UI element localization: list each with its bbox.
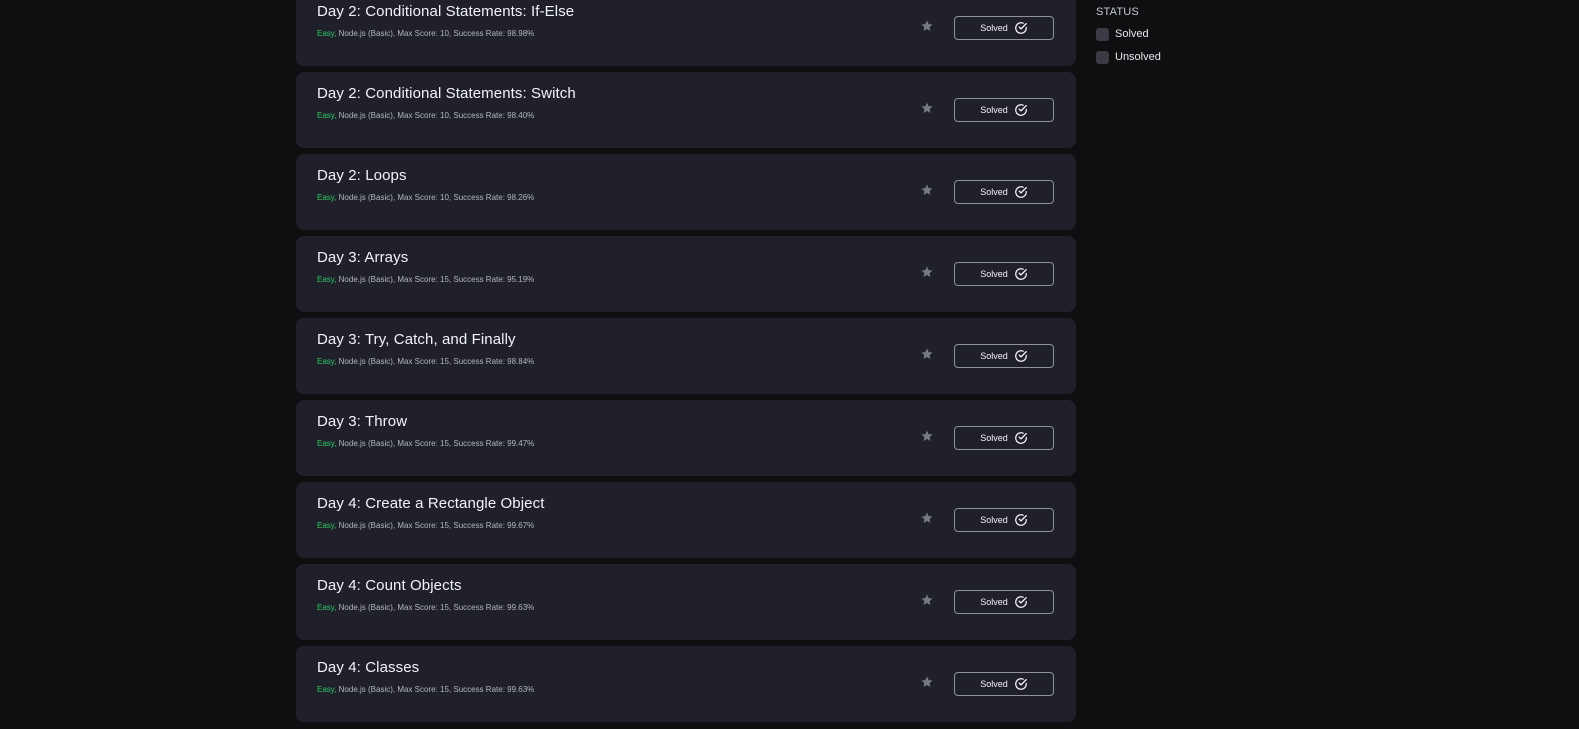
challenge-card[interactable]: Day 3: Throw Easy, Node.js (Basic), Max …	[296, 400, 1076, 476]
filter-option-unsolved[interactable]: Unsolved	[1096, 49, 1256, 65]
challenge-list-page: Day 2: Conditional Statements: If-Else E…	[0, 0, 1579, 729]
challenge-meta: Easy, Node.js (Basic), Max Score: 10, Su…	[317, 29, 534, 38]
solved-label: Solved	[980, 515, 1008, 525]
check-circle-icon	[1014, 514, 1027, 526]
challenge-title[interactable]: Day 3: Throw	[317, 413, 407, 430]
solved-button[interactable]: Solved	[954, 180, 1054, 204]
challenge-meta: Easy, Node.js (Basic), Max Score: 15, Su…	[317, 275, 534, 284]
filter-label: Solved	[1115, 28, 1149, 40]
challenge-meta: Easy, Node.js (Basic), Max Score: 15, Su…	[317, 521, 534, 530]
challenge-title[interactable]: Day 2: Loops	[317, 167, 407, 184]
challenge-meta: Easy, Node.js (Basic), Max Score: 15, Su…	[317, 357, 534, 366]
star-icon[interactable]	[920, 593, 934, 607]
solved-label: Solved	[980, 269, 1008, 279]
solved-label: Solved	[980, 433, 1008, 443]
solved-checkbox[interactable]	[1096, 27, 1109, 41]
difficulty-label: Easy,	[317, 521, 337, 530]
difficulty-label: Easy,	[317, 193, 337, 202]
challenge-card[interactable]: Day 4: Count Objects Easy, Node.js (Basi…	[296, 564, 1076, 640]
challenge-list: Day 2: Conditional Statements: If-Else E…	[296, 0, 1076, 728]
star-icon[interactable]	[920, 429, 934, 443]
challenge-details: Node.js (Basic), Max Score: 10, Success …	[336, 111, 535, 120]
challenge-details: Node.js (Basic), Max Score: 15, Success …	[336, 275, 535, 284]
challenge-details: Node.js (Basic), Max Score: 15, Success …	[336, 685, 535, 694]
challenge-details: Node.js (Basic), Max Score: 15, Success …	[336, 521, 535, 530]
filter-label: Unsolved	[1115, 51, 1161, 63]
challenge-title[interactable]: Day 4: Count Objects	[317, 577, 462, 594]
star-icon[interactable]	[920, 265, 934, 279]
challenge-details: Node.js (Basic), Max Score: 10, Success …	[336, 29, 535, 38]
check-circle-icon	[1014, 22, 1027, 34]
challenge-title[interactable]: Day 3: Arrays	[317, 249, 408, 266]
challenge-meta: Easy, Node.js (Basic), Max Score: 15, Su…	[317, 603, 534, 612]
check-circle-icon	[1014, 596, 1027, 608]
status-filter: STATUS Solved Unsolved	[1096, 6, 1256, 72]
status-filter-heading: STATUS	[1096, 6, 1139, 18]
check-circle-icon	[1014, 186, 1027, 198]
filter-option-solved[interactable]: Solved	[1096, 26, 1256, 42]
difficulty-label: Easy,	[317, 603, 337, 612]
challenge-details: Node.js (Basic), Max Score: 15, Success …	[336, 357, 535, 366]
difficulty-label: Easy,	[317, 29, 337, 38]
challenge-meta: Easy, Node.js (Basic), Max Score: 15, Su…	[317, 685, 534, 694]
challenge-card[interactable]: Day 4: Create a Rectangle Object Easy, N…	[296, 482, 1076, 558]
challenge-title[interactable]: Day 2: Conditional Statements: Switch	[317, 85, 576, 102]
challenge-details: Node.js (Basic), Max Score: 10, Success …	[336, 193, 535, 202]
difficulty-label: Easy,	[317, 439, 337, 448]
solved-button[interactable]: Solved	[954, 16, 1054, 40]
solved-button[interactable]: Solved	[954, 262, 1054, 286]
challenge-card[interactable]: Day 3: Try, Catch, and Finally Easy, Nod…	[296, 318, 1076, 394]
challenge-title[interactable]: Day 3: Try, Catch, and Finally	[317, 331, 516, 348]
check-circle-icon	[1014, 432, 1027, 444]
challenge-card[interactable]: Day 3: Arrays Easy, Node.js (Basic), Max…	[296, 236, 1076, 312]
challenge-details: Node.js (Basic), Max Score: 15, Success …	[336, 439, 535, 448]
challenge-card[interactable]: Day 2: Loops Easy, Node.js (Basic), Max …	[296, 154, 1076, 230]
challenge-meta: Easy, Node.js (Basic), Max Score: 15, Su…	[317, 439, 534, 448]
difficulty-label: Easy,	[317, 111, 337, 120]
solved-label: Solved	[980, 187, 1008, 197]
solved-button[interactable]: Solved	[954, 426, 1054, 450]
solved-label: Solved	[980, 597, 1008, 607]
check-circle-icon	[1014, 350, 1027, 362]
challenge-meta: Easy, Node.js (Basic), Max Score: 10, Su…	[317, 193, 534, 202]
difficulty-label: Easy,	[317, 357, 337, 366]
star-icon[interactable]	[920, 347, 934, 361]
challenge-meta: Easy, Node.js (Basic), Max Score: 10, Su…	[317, 111, 534, 120]
solved-label: Solved	[980, 351, 1008, 361]
solved-button[interactable]: Solved	[954, 590, 1054, 614]
unsolved-checkbox[interactable]	[1096, 50, 1109, 64]
solved-label: Solved	[980, 105, 1008, 115]
challenge-card[interactable]: Day 4: Classes Easy, Node.js (Basic), Ma…	[296, 646, 1076, 722]
difficulty-label: Easy,	[317, 685, 337, 694]
star-icon[interactable]	[920, 183, 934, 197]
challenge-title[interactable]: Day 2: Conditional Statements: If-Else	[317, 3, 574, 20]
solved-button[interactable]: Solved	[954, 344, 1054, 368]
check-circle-icon	[1014, 678, 1027, 690]
challenge-title[interactable]: Day 4: Classes	[317, 659, 419, 676]
star-icon[interactable]	[920, 19, 934, 33]
solved-button[interactable]: Solved	[954, 98, 1054, 122]
solved-button[interactable]: Solved	[954, 672, 1054, 696]
star-icon[interactable]	[920, 101, 934, 115]
difficulty-label: Easy,	[317, 275, 337, 284]
solved-button[interactable]: Solved	[954, 508, 1054, 532]
check-circle-icon	[1014, 104, 1027, 116]
solved-label: Solved	[980, 679, 1008, 689]
star-icon[interactable]	[920, 675, 934, 689]
solved-label: Solved	[980, 23, 1008, 33]
star-icon[interactable]	[920, 511, 934, 525]
check-circle-icon	[1014, 268, 1027, 280]
challenge-card[interactable]: Day 2: Conditional Statements: If-Else E…	[296, 0, 1076, 66]
challenge-details: Node.js (Basic), Max Score: 15, Success …	[336, 603, 535, 612]
challenge-title[interactable]: Day 4: Create a Rectangle Object	[317, 495, 544, 512]
challenge-card[interactable]: Day 2: Conditional Statements: Switch Ea…	[296, 72, 1076, 148]
